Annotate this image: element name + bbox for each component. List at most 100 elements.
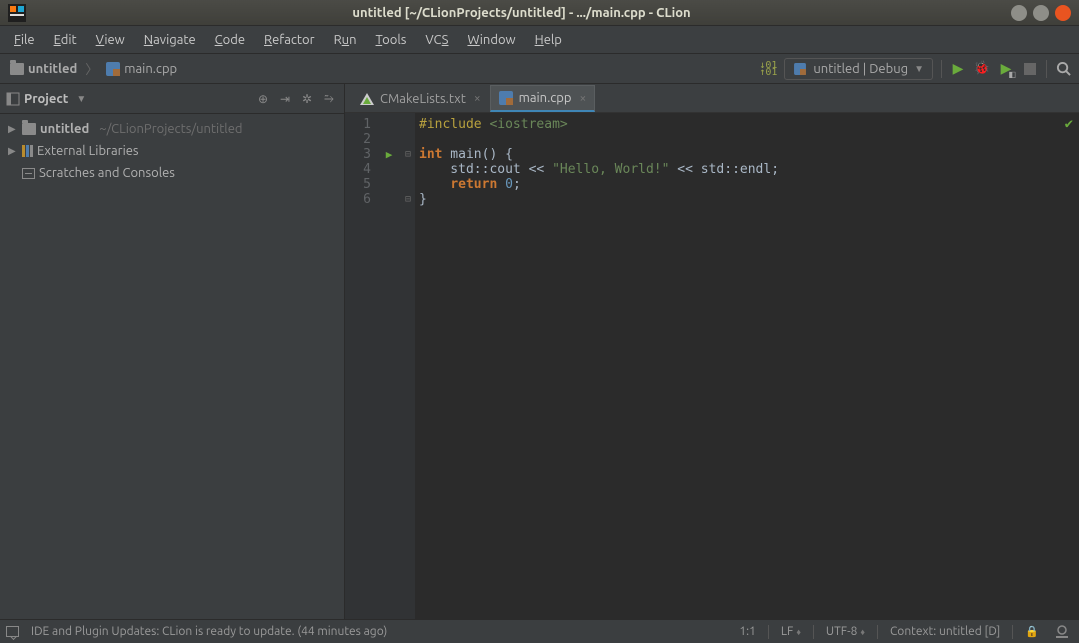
cpp-file-icon — [106, 62, 120, 76]
app-icon — [8, 4, 26, 22]
code-token: } — [419, 192, 427, 207]
menu-edit[interactable]: Edit — [46, 30, 85, 50]
icon-gutter: ▶ — [377, 113, 401, 619]
status-inspection-profile[interactable] — [1051, 625, 1073, 639]
editor-tabs: CMakeLists.txt × main.cpp × — [345, 84, 1079, 113]
status-encoding[interactable]: UTF-8♦ — [822, 625, 869, 638]
run-button[interactable]: ▶ — [950, 61, 966, 77]
project-tree[interactable]: ▶ untitled ~/CLionProjects/untitled ▶ Ex… — [0, 114, 344, 188]
menu-tools[interactable]: Tools — [368, 30, 415, 50]
folder-icon — [22, 123, 36, 135]
inspection-ok-icon[interactable]: ✔ — [1065, 117, 1073, 132]
run-with-coverage-button[interactable]: ▶◧ — [998, 61, 1014, 77]
scratches-icon — [22, 168, 35, 179]
fold-end-icon[interactable]: ⊟ — [401, 192, 415, 207]
close-tab-icon[interactable]: × — [474, 92, 481, 105]
breadcrumb-project[interactable]: untitled — [4, 58, 83, 80]
debug-button[interactable]: 🐞 — [974, 61, 990, 77]
menu-window[interactable]: Window — [459, 30, 523, 50]
line-number[interactable]: 3 — [345, 147, 371, 162]
settings-icon[interactable]: ✲ — [298, 90, 316, 108]
hide-panel-icon[interactable]: ⥲ — [320, 90, 338, 108]
tree-node-project-root[interactable]: ▶ untitled ~/CLionProjects/untitled — [2, 118, 342, 140]
expand-caret-icon[interactable]: ▶ — [8, 123, 18, 135]
menu-code[interactable]: Code — [207, 30, 253, 50]
target-icon — [794, 63, 806, 75]
status-context[interactable]: Context: untitled [D] — [886, 625, 1004, 638]
code-token — [497, 177, 505, 192]
breadcrumb-project-label: untitled — [28, 62, 77, 76]
fold-gutter: ⊟ ⊟ — [401, 113, 415, 619]
editor-area: CMakeLists.txt × main.cpp × 1 2 3 4 5 6 … — [345, 84, 1079, 619]
line-number[interactable]: 6 — [345, 192, 371, 207]
code-token — [419, 177, 450, 192]
window-title: untitled [~/CLionProjects/untitled] - ..… — [32, 6, 1011, 20]
code-token: ; — [513, 177, 521, 192]
tab-cmakelists[interactable]: CMakeLists.txt × — [351, 85, 490, 112]
breadcrumb-separator: 〉 — [85, 59, 98, 78]
status-bar: IDE and Plugin Updates: CLion is ready t… — [0, 619, 1079, 643]
window-titlebar: untitled [~/CLionProjects/untitled] - ..… — [0, 0, 1079, 26]
line-number[interactable]: 1 — [345, 117, 371, 132]
update-config-icon[interactable]: ↓01↑01 — [760, 61, 776, 77]
tab-main-cpp[interactable]: main.cpp × — [490, 85, 596, 112]
project-panel-header: Project ▼ ⊕ ⇥ ✲ ⥲ — [0, 84, 344, 114]
run-config-selector[interactable]: untitled | Debug ▼ — [784, 58, 933, 80]
code-token: 0 — [505, 177, 513, 192]
code-token: <iostream> — [482, 117, 568, 132]
code-text[interactable]: ✔ #include <iostream> int main() { std::c… — [415, 113, 1079, 619]
fold-start-icon[interactable]: ⊟ — [401, 147, 415, 162]
tab-label: CMakeLists.txt — [380, 92, 466, 106]
project-tool-window: Project ▼ ⊕ ⇥ ✲ ⥲ ▶ untitled ~/CLionProj… — [0, 84, 345, 619]
code-token: main() { — [442, 147, 512, 162]
menu-file[interactable]: File — [6, 30, 43, 50]
search-everywhere-button[interactable] — [1055, 61, 1071, 77]
cpp-file-icon — [499, 91, 513, 105]
status-message[interactable]: IDE and Plugin Updates: CLion is ready t… — [27, 625, 391, 638]
run-config-label: untitled | Debug — [813, 62, 908, 76]
code-token: #include — [419, 117, 482, 132]
notifications-icon[interactable] — [6, 626, 19, 637]
folder-icon — [10, 63, 24, 75]
cmake-file-icon — [360, 93, 374, 105]
project-view-selector[interactable]: Project ▼ — [6, 92, 86, 106]
status-memory-indicator[interactable]: 🔒 — [1021, 625, 1043, 638]
window-close-button[interactable] — [1055, 5, 1071, 21]
window-maximize-button[interactable] — [1033, 5, 1049, 21]
line-number[interactable]: 4 — [345, 162, 371, 177]
chevron-down-icon: ▼ — [914, 63, 924, 75]
menu-refactor[interactable]: Refactor — [256, 30, 323, 50]
tree-node-label: Scratches and Consoles — [39, 166, 175, 180]
run-line-marker-icon[interactable]: ▶ — [377, 147, 401, 162]
line-number[interactable]: 5 — [345, 177, 371, 192]
code-token: int — [419, 147, 442, 162]
menu-run[interactable]: Run — [326, 30, 365, 50]
close-tab-icon[interactable]: × — [580, 92, 587, 105]
code-token: << std::endl; — [669, 162, 779, 177]
project-panel-title: Project — [24, 92, 68, 106]
tree-node-label: External Libraries — [37, 144, 139, 158]
code-token: std::cout << — [419, 162, 552, 177]
tree-node-external-libraries[interactable]: ▶ External Libraries — [2, 140, 342, 162]
menu-help[interactable]: Help — [527, 30, 570, 50]
menu-vcs[interactable]: VCS — [417, 30, 456, 50]
code-token: return — [450, 177, 497, 192]
expand-caret-icon[interactable]: ▶ — [8, 145, 18, 157]
tree-node-scratches[interactable]: ▶ Scratches and Consoles — [2, 162, 342, 184]
breadcrumb-file[interactable]: main.cpp — [100, 58, 183, 80]
line-number[interactable]: 2 — [345, 132, 371, 147]
collapse-all-icon[interactable]: ⇥ — [276, 90, 294, 108]
line-number-gutter[interactable]: 1 2 3 4 5 6 — [345, 113, 377, 619]
menu-navigate[interactable]: Navigate — [136, 30, 204, 50]
status-cursor-position[interactable]: 1:1 — [735, 625, 760, 638]
locate-file-icon[interactable]: ⊕ — [254, 90, 272, 108]
status-line-separator[interactable]: LF♦ — [777, 625, 805, 638]
navigation-toolbar: untitled 〉 main.cpp ↓01↑01 untitled | De… — [0, 54, 1079, 84]
menu-view[interactable]: View — [88, 30, 133, 50]
stop-button[interactable] — [1022, 61, 1038, 77]
code-editor[interactable]: 1 2 3 4 5 6 ▶ ⊟ ⊟ ✔ #include <iostream> i… — [345, 113, 1079, 619]
tree-node-label: untitled — [40, 122, 89, 136]
code-token: "Hello, World!" — [552, 162, 669, 177]
tab-label: main.cpp — [519, 91, 572, 105]
window-minimize-button[interactable] — [1011, 5, 1027, 21]
